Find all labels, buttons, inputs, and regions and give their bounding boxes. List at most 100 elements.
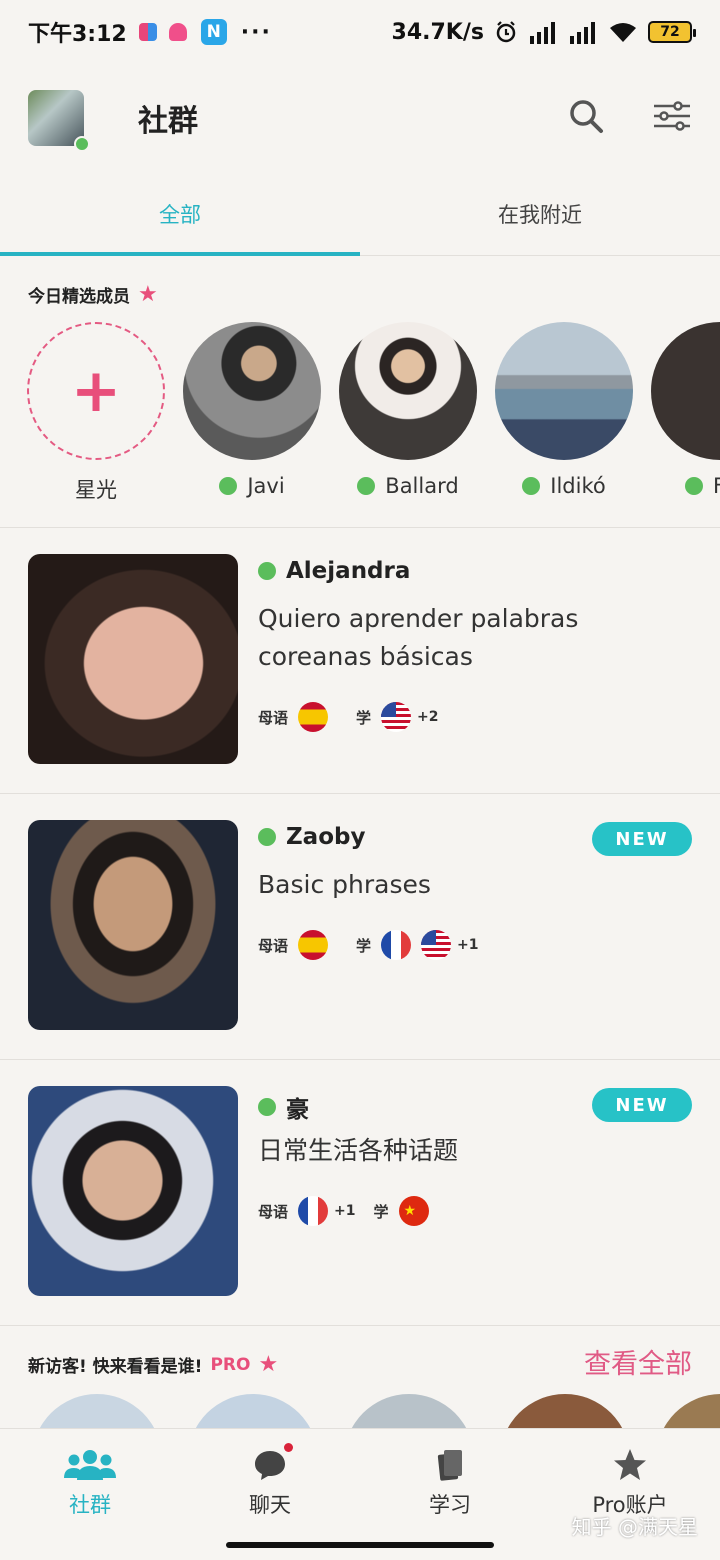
nav-learn[interactable]: 学习 bbox=[360, 1429, 540, 1560]
member-avatar bbox=[495, 322, 633, 460]
star-icon: ★ bbox=[258, 1352, 279, 1377]
star-icon bbox=[612, 1445, 648, 1485]
pro-label: PRO bbox=[210, 1354, 251, 1375]
member-name: Ildikó bbox=[550, 474, 606, 498]
status-bar: 下午3:12 N ··· 34.7K/s 72 bbox=[0, 0, 720, 64]
alarm-icon bbox=[494, 20, 518, 44]
user-name: Alejandra bbox=[286, 558, 411, 584]
visitors-label-text: 新访客! 快来看看是谁! bbox=[28, 1357, 203, 1377]
nav-pro-account[interactable]: Pro账户 bbox=[540, 1429, 720, 1560]
add-featured-label: 星光 bbox=[75, 478, 117, 502]
plus-icon: + bbox=[27, 322, 165, 460]
online-indicator bbox=[258, 828, 276, 846]
featured-member[interactable]: F bbox=[651, 322, 720, 498]
user-name: Zaoby bbox=[286, 824, 366, 850]
nav-label: 社群 bbox=[69, 1493, 111, 1517]
new-badge: NEW bbox=[592, 822, 692, 856]
signal-icon bbox=[568, 20, 598, 44]
extra-languages-count: +2 bbox=[417, 709, 439, 725]
learning-language-label: 学 bbox=[356, 708, 372, 727]
featured-members: 今日精选成员 ★ + 星光 Javi Ballard Ildikó F bbox=[0, 256, 720, 528]
user-photo bbox=[28, 1086, 238, 1296]
language-row: 母语 学 +1 bbox=[258, 930, 497, 960]
usa-flag-icon bbox=[421, 930, 452, 960]
nav-chat[interactable]: 聊天 bbox=[180, 1429, 360, 1560]
visitor-avatar[interactable] bbox=[32, 1394, 162, 1428]
user-description: Basic phrases bbox=[258, 870, 431, 899]
tab-nearby[interactable]: 在我附近 bbox=[360, 172, 720, 255]
app-notification-icon bbox=[168, 23, 187, 41]
app-notification-icon bbox=[138, 23, 157, 41]
native-language-label: 母语 bbox=[258, 1202, 289, 1221]
online-indicator bbox=[522, 477, 541, 495]
new-badge: NEW bbox=[592, 1088, 692, 1122]
user-photo bbox=[28, 820, 238, 1030]
china-flag-icon: ★ bbox=[398, 1196, 429, 1226]
online-indicator bbox=[357, 477, 376, 495]
user-card[interactable]: Alejandra Quiero aprender palabras corea… bbox=[0, 528, 720, 794]
user-description: 日常生活各种话题 bbox=[258, 1136, 459, 1165]
user-card[interactable]: 豪 NEW 日常生活各种话题 母语 +1 学 ★ bbox=[0, 1060, 720, 1326]
add-featured-button[interactable]: + 星光 bbox=[27, 322, 165, 504]
visitor-avatar[interactable] bbox=[344, 1394, 474, 1428]
filter-icon[interactable] bbox=[652, 101, 692, 135]
tab-bar: 全部 在我附近 bbox=[0, 172, 720, 256]
visitor-avatar[interactable] bbox=[188, 1394, 318, 1428]
community-icon bbox=[64, 1445, 116, 1485]
online-indicator bbox=[258, 562, 276, 580]
chat-icon bbox=[253, 1445, 287, 1485]
visitors-label: 新访客! 快来看看是谁! PRO ★ bbox=[28, 1352, 278, 1377]
native-language-label: 母语 bbox=[258, 936, 289, 955]
nav-label: 聊天 bbox=[249, 1493, 291, 1517]
featured-member[interactable]: Ballard bbox=[339, 322, 477, 498]
online-indicator bbox=[685, 477, 703, 495]
extra-languages-count: +1 bbox=[457, 937, 479, 953]
notification-dot bbox=[284, 1443, 293, 1452]
member-name: F bbox=[713, 474, 720, 498]
featured-label-text: 今日精选成员 bbox=[28, 287, 130, 307]
language-row: 母语 学 +2 bbox=[258, 702, 457, 732]
featured-label: 今日精选成员 ★ bbox=[28, 282, 158, 307]
bottom-navigation: 社群 聊天 学习 Pro账户 知乎 @满天星 bbox=[0, 1428, 720, 1560]
user-card[interactable]: Zaoby NEW Basic phrases 母语 学 +1 bbox=[0, 794, 720, 1060]
nav-community[interactable]: 社群 bbox=[0, 1429, 180, 1560]
member-avatar bbox=[183, 322, 321, 460]
member-name: Javi bbox=[247, 474, 285, 498]
france-flag-icon bbox=[381, 930, 412, 960]
learning-language-label: 学 bbox=[373, 1202, 389, 1221]
france-flag-icon bbox=[298, 1196, 329, 1226]
tab-all[interactable]: 全部 bbox=[0, 172, 360, 256]
battery-icon: 72 bbox=[648, 21, 696, 43]
app-header: 社群 bbox=[0, 64, 720, 172]
more-notifications-icon: ··· bbox=[240, 19, 272, 45]
spain-flag-icon bbox=[298, 930, 329, 960]
signal-icon bbox=[528, 20, 558, 44]
home-indicator[interactable] bbox=[226, 1542, 494, 1548]
avatar[interactable] bbox=[28, 90, 90, 152]
view-all-link[interactable]: 查看全部 bbox=[584, 1342, 692, 1381]
visitor-avatar[interactable] bbox=[500, 1394, 630, 1428]
watermark: 知乎 @满天星 bbox=[571, 1515, 698, 1539]
online-indicator bbox=[219, 477, 238, 495]
star-icon: ★ bbox=[138, 282, 158, 307]
member-avatar bbox=[651, 322, 720, 460]
language-row: 母语 +1 学 ★ bbox=[258, 1196, 435, 1226]
online-indicator bbox=[74, 136, 90, 152]
user-photo bbox=[28, 554, 238, 764]
online-indicator bbox=[258, 1098, 276, 1116]
featured-member[interactable]: Ildikó bbox=[495, 322, 633, 498]
extra-languages-count: +1 bbox=[334, 1203, 356, 1219]
visitor-avatar[interactable] bbox=[656, 1394, 720, 1428]
nav-label: 学习 bbox=[429, 1493, 471, 1517]
usa-flag-icon bbox=[381, 702, 412, 732]
status-time: 下午3:12 bbox=[28, 22, 127, 47]
member-avatar bbox=[339, 322, 477, 460]
spain-flag-icon bbox=[298, 702, 329, 732]
user-description: Quiero aprender palabras coreanas básica… bbox=[258, 604, 579, 671]
page-title: 社群 bbox=[138, 104, 198, 139]
new-visitors-section: 新访客! 快来看看是谁! PRO ★ 查看全部 bbox=[0, 1324, 720, 1428]
featured-member[interactable]: Javi bbox=[183, 322, 321, 498]
search-icon[interactable] bbox=[568, 98, 604, 138]
wifi-icon bbox=[608, 20, 638, 44]
n-app-icon: N bbox=[200, 19, 227, 45]
